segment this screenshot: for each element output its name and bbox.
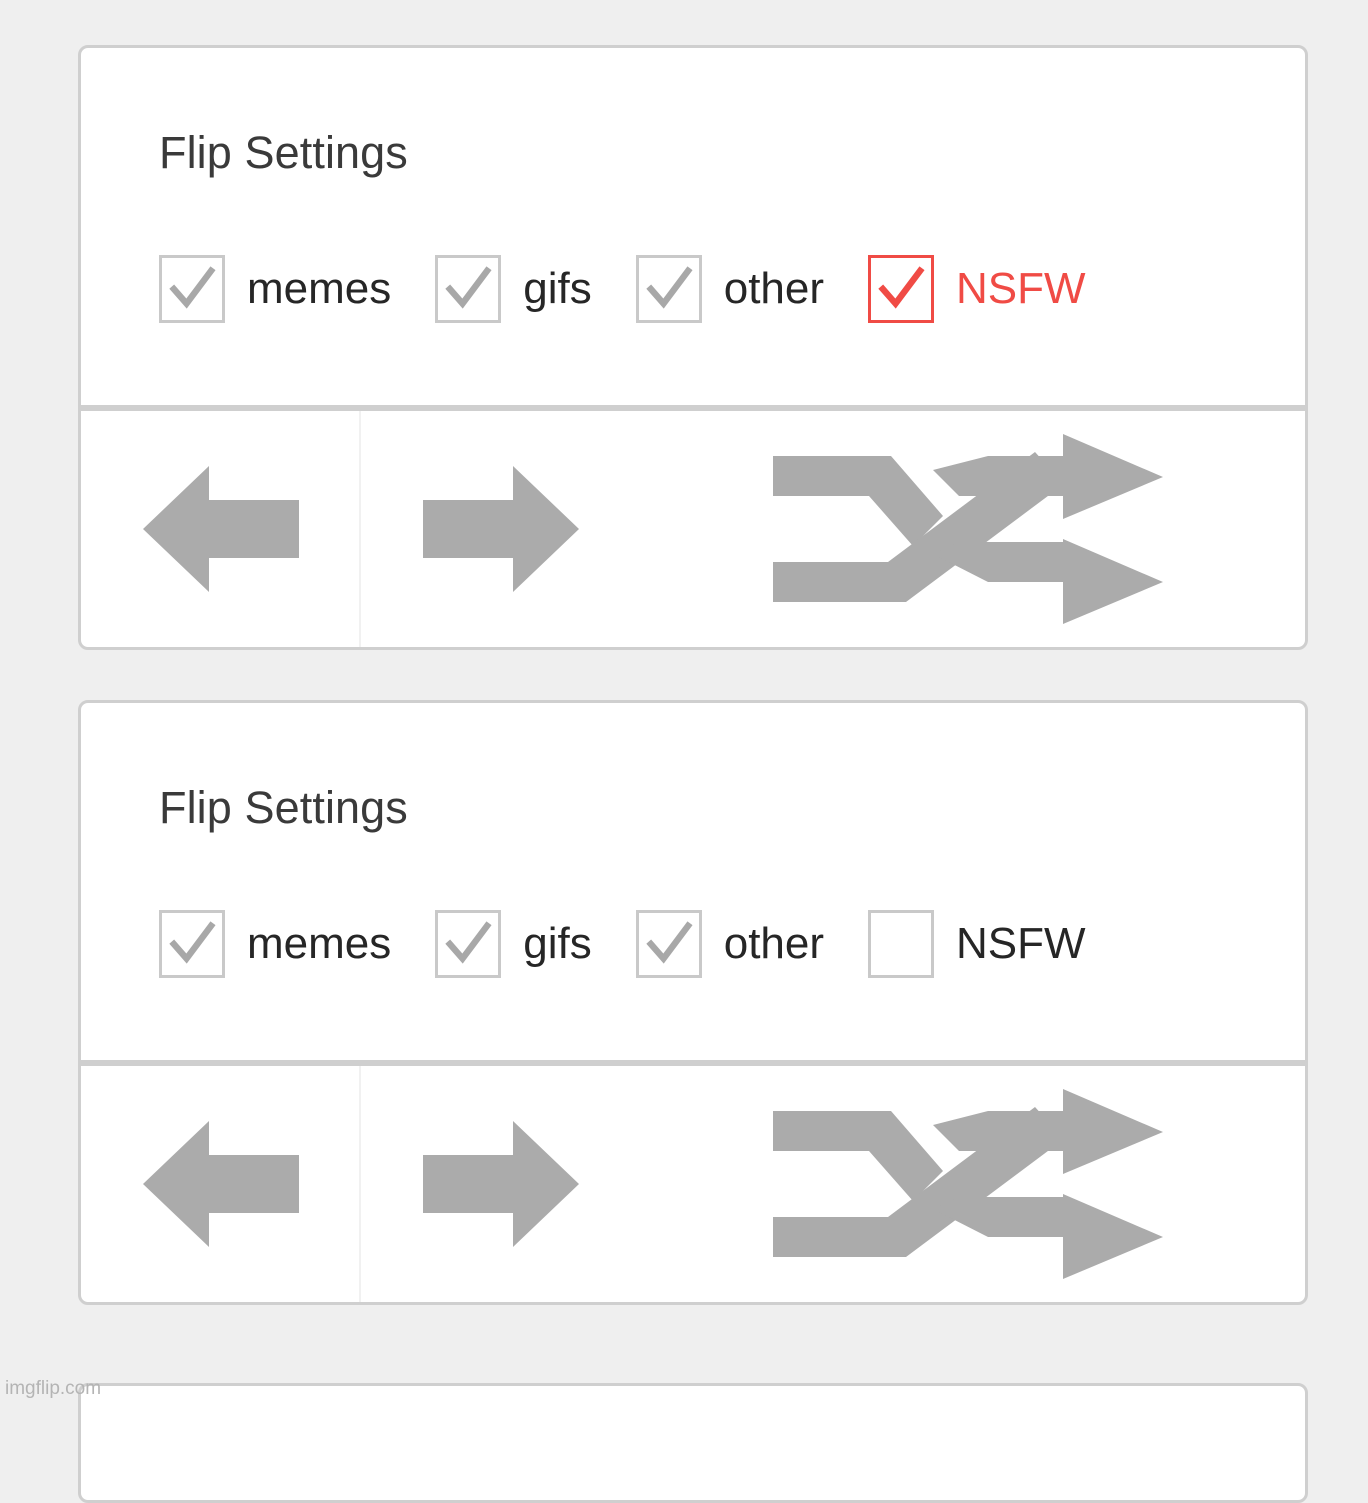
checkbox-label-gifs-2: gifs <box>523 919 592 968</box>
button-row-1 <box>81 411 1305 647</box>
checkbox-item-gifs[interactable]: gifs <box>435 253 592 325</box>
checkbox-label-nsfw-2: NSFW <box>956 919 1086 968</box>
flip-settings-panel-3 <box>78 1383 1308 1503</box>
arrow-right-icon <box>421 464 581 594</box>
checkbox-other-2[interactable] <box>635 910 702 978</box>
checkbox-gifs[interactable] <box>435 255 502 323</box>
checkbox-memes[interactable] <box>159 255 225 323</box>
checkbox-item-nsfw[interactable]: NSFW <box>868 253 1086 325</box>
prev-button-2[interactable] <box>81 1066 361 1302</box>
checkbox-label-nsfw: NSFW <box>956 264 1086 313</box>
shuffle-icon <box>773 1089 1173 1279</box>
checkbox-nsfw[interactable] <box>868 255 935 323</box>
checkbox-memes-2[interactable] <box>159 910 225 978</box>
checkbox-label-other: other <box>723 264 825 313</box>
checkbox-label-other-2: other <box>723 919 825 968</box>
arrow-right-icon <box>421 1119 581 1249</box>
checkbox-gifs-2[interactable] <box>435 910 502 978</box>
settings-section-2: Flip Settings memes gifs other NSFW <box>81 703 1305 1066</box>
page-title: Flip Settings <box>159 127 408 178</box>
flip-settings-panel-1: Flip Settings memes gifs other NSFW <box>78 45 1308 650</box>
button-row-2 <box>81 1066 1305 1302</box>
checkbox-label-memes: memes <box>247 264 392 313</box>
shuffle-button-2[interactable] <box>641 1066 1305 1302</box>
arrow-left-icon <box>141 1119 301 1249</box>
flip-settings-panel-2: Flip Settings memes gifs other NSFW <box>78 700 1308 1305</box>
checkbox-row-1: memes gifs other NSFW <box>159 253 1086 325</box>
screenshot-root: Flip Settings memes gifs other NSFW Flip… <box>0 0 1368 1503</box>
checkbox-item-memes[interactable]: memes <box>159 253 391 325</box>
settings-section-1: Flip Settings memes gifs other NSFW <box>81 48 1305 411</box>
checkbox-item-nsfw-2[interactable]: NSFW <box>868 908 1086 980</box>
checkbox-other[interactable] <box>635 255 702 323</box>
imgflip-watermark: imgflip.com <box>5 1378 102 1399</box>
shuffle-icon <box>773 434 1173 624</box>
checkbox-item-other[interactable]: other <box>635 253 825 325</box>
checkbox-item-other-2[interactable]: other <box>635 908 825 980</box>
page-title-2: Flip Settings <box>159 782 408 833</box>
checkbox-item-gifs-2[interactable]: gifs <box>435 908 592 980</box>
next-button[interactable] <box>361 411 641 647</box>
shuffle-button[interactable] <box>641 411 1305 647</box>
prev-button[interactable] <box>81 411 361 647</box>
checkbox-nsfw-2[interactable] <box>868 910 935 978</box>
checkbox-item-memes-2[interactable]: memes <box>159 908 391 980</box>
checkbox-label-gifs: gifs <box>523 264 592 313</box>
arrow-left-icon <box>141 464 301 594</box>
checkbox-label-memes-2: memes <box>247 919 392 968</box>
next-button-2[interactable] <box>361 1066 641 1302</box>
checkbox-row-2: memes gifs other NSFW <box>159 908 1086 980</box>
